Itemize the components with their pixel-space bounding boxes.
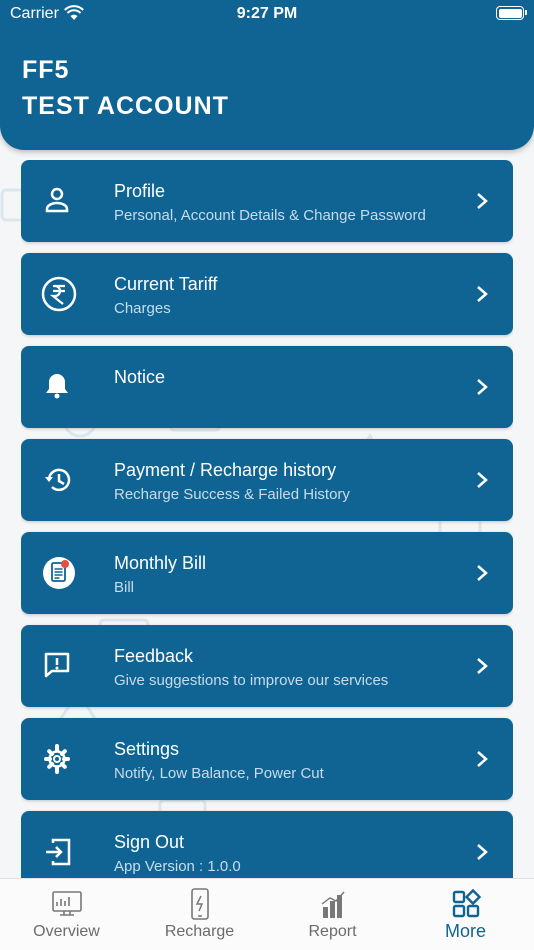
app-header: Carrier 9:27 PM FF5 TEST ACCOUNT (0, 0, 534, 150)
menu-item-title: Feedback (114, 646, 194, 666)
more-menu: Profile Personal, Account Details & Chan… (21, 160, 513, 878)
chevron-right-icon (477, 751, 488, 767)
monitor-icon (51, 891, 82, 916)
menu-item-settings[interactable]: Settings Notify, Low Balance, Power Cut (21, 718, 513, 800)
person-icon (45, 187, 69, 213)
chevron-right-icon (477, 565, 488, 581)
menu-item-subtitle: Recharge Success & Failed History (114, 486, 350, 503)
tab-label: Overview (33, 923, 100, 940)
menu-item-subtitle: Notify, Low Balance, Power Cut (114, 765, 324, 782)
rupee-icon (41, 276, 77, 312)
menu-item-subtitle: Give suggestions to improve our services (114, 672, 389, 689)
app-version-label: App Version : 1.0.0 (114, 858, 241, 875)
bell-icon (46, 374, 68, 399)
chevron-right-icon (477, 286, 488, 302)
history-icon (45, 468, 71, 492)
menu-item-subtitle: Charges (114, 300, 171, 317)
tab-report[interactable]: Report (266, 879, 399, 950)
menu-item-title: Settings (114, 739, 180, 759)
tab-label: More (444, 921, 486, 941)
chevron-right-icon (477, 844, 488, 860)
bottom-tab-bar: Overview Recharge Report More (0, 878, 534, 950)
chevron-right-icon (477, 193, 488, 209)
menu-item-title: Monthly Bill (114, 553, 207, 573)
menu-item-title: Notice (114, 367, 166, 387)
menu-item-monthly-bill[interactable]: Monthly Bill Bill (21, 532, 513, 614)
bar-chart-icon (321, 891, 345, 918)
menu-item-subtitle: Personal, Account Details & Change Passw… (114, 207, 426, 224)
battery-icon (496, 6, 527, 20)
clock: 9:27 PM (236, 5, 298, 22)
tab-overview[interactable]: Overview (0, 879, 133, 950)
tab-more[interactable]: More (399, 879, 532, 950)
menu-item-subtitle: Bill (114, 579, 135, 596)
menu-item-sign-out[interactable]: Sign Out App Version : 1.0.0 (21, 811, 513, 878)
bill-icon (43, 557, 75, 589)
tab-recharge[interactable]: Recharge (133, 879, 266, 950)
tab-label: Recharge (164, 923, 235, 940)
feedback-icon (44, 652, 70, 678)
tab-label: Report (308, 923, 357, 940)
grid-icon (452, 888, 481, 918)
account-code: FF5 (22, 56, 70, 84)
chevron-right-icon (477, 472, 488, 488)
menu-item-title: Profile (114, 181, 166, 201)
phone-icon (190, 888, 209, 920)
menu-item-title: Current Tariff (114, 274, 218, 294)
sign-out-icon (46, 838, 71, 866)
menu-item-profile[interactable]: Profile Personal, Account Details & Chan… (21, 160, 513, 242)
menu-item-title: Payment / Recharge history (114, 460, 337, 480)
menu-item-payment-history[interactable]: Payment / Recharge history Recharge Succ… (21, 439, 513, 521)
menu-item-current-tariff[interactable]: Current Tariff Charges (21, 253, 513, 335)
gear-icon (44, 744, 70, 774)
menu-item-title: Sign Out (114, 832, 185, 852)
chevron-right-icon (477, 658, 488, 674)
chevron-right-icon (477, 379, 488, 395)
menu-item-feedback[interactable]: Feedback Give suggestions to improve our… (21, 625, 513, 707)
account-name: TEST ACCOUNT (22, 92, 229, 120)
menu-item-notice[interactable]: Notice (21, 346, 513, 428)
status-bar: Carrier 9:27 PM (0, 0, 534, 30)
